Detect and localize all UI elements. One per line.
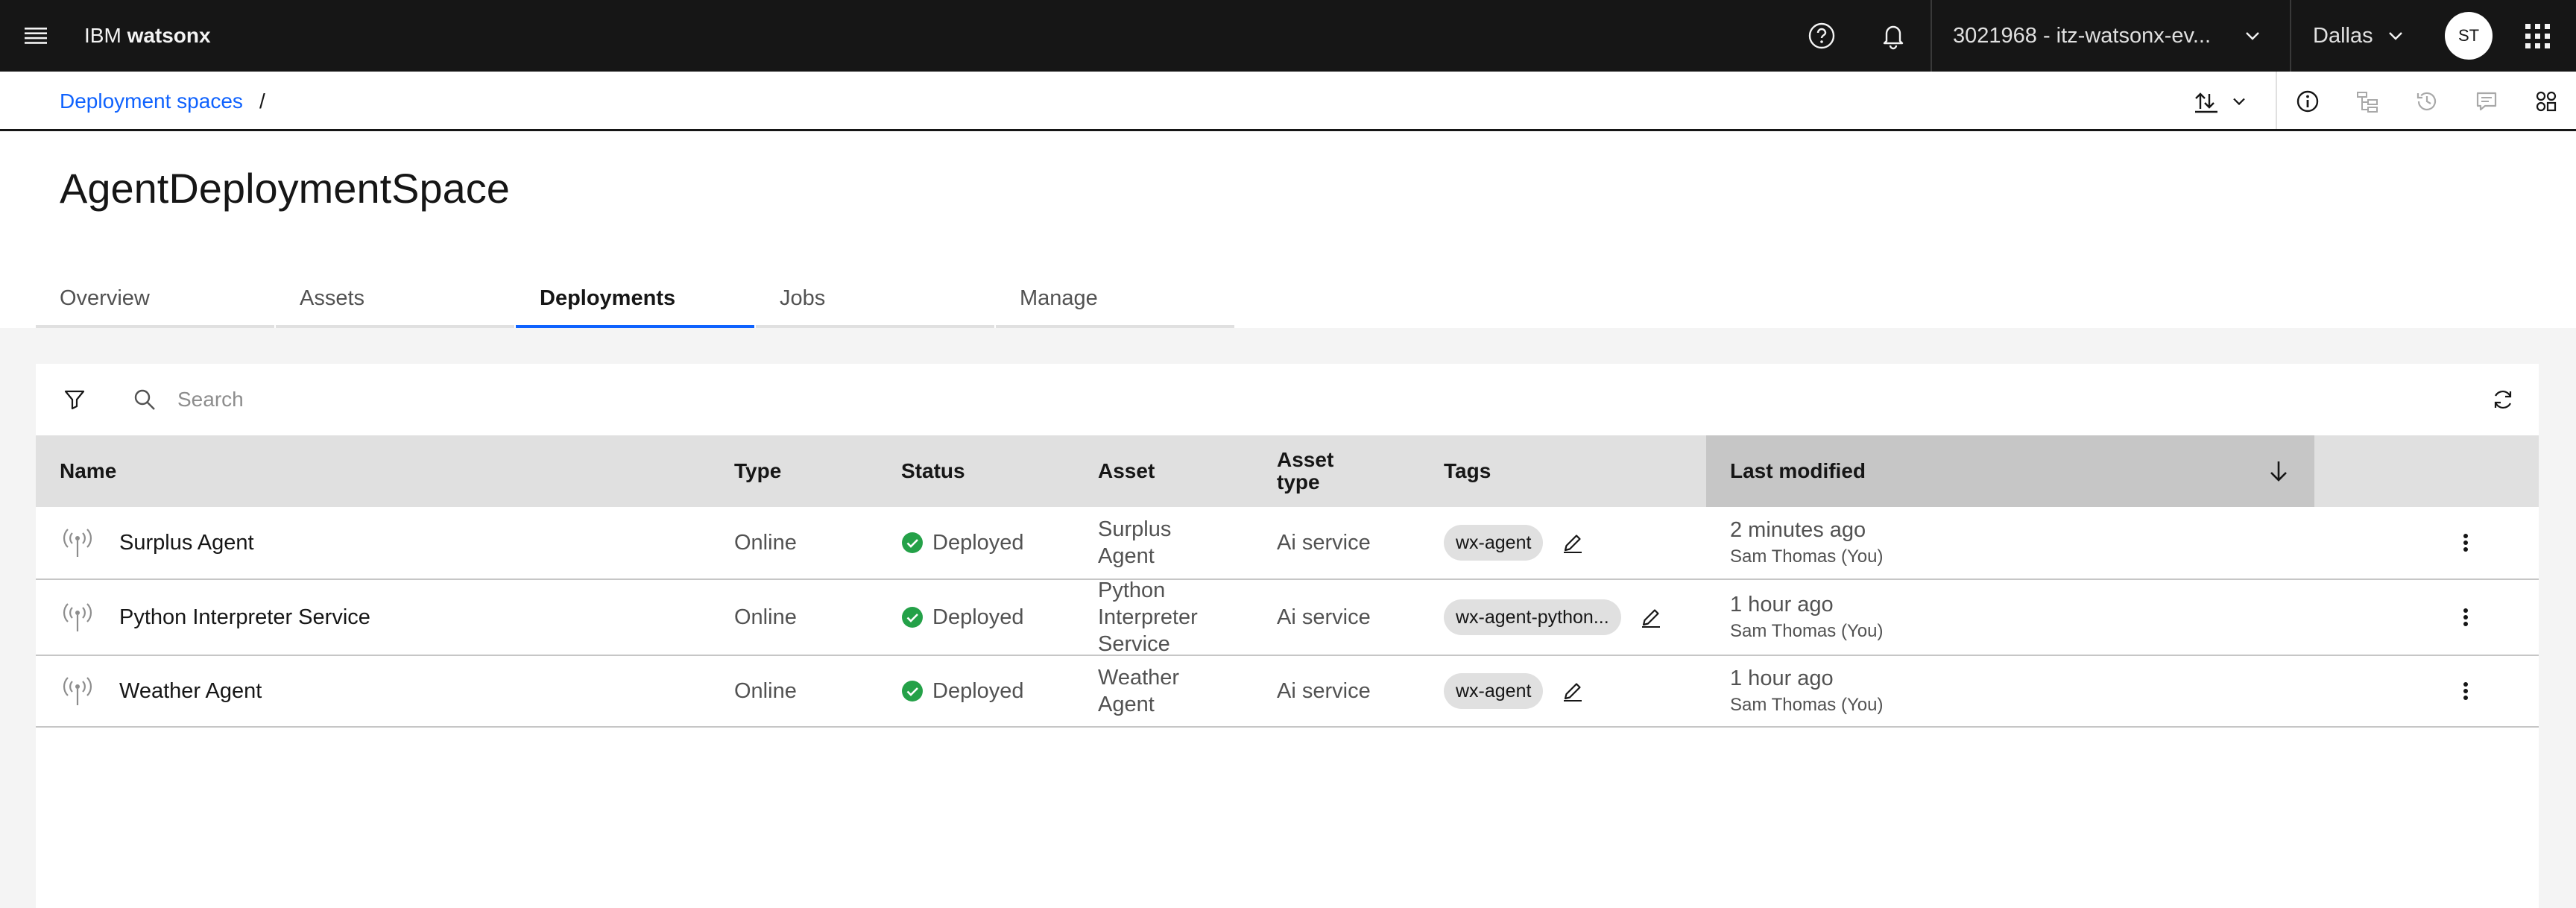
modified-by: Sam Thomas (You) [1730,695,1884,715]
checkmark-filled-icon [901,606,924,628]
edit-icon[interactable] [1635,601,1667,634]
status-badge: Deployed [901,507,1024,578]
account-switcher[interactable]: 3021968 - itz-watsonx-ev... [1953,0,2211,72]
product-name[interactable]: IBM watsonx [84,0,211,72]
modified-by: Sam Thomas (You) [1730,546,1884,567]
column-header-asset-type[interactable]: Asset type [1277,435,1359,507]
deployments-table-panel: Name Type Status Asset Asset type Tags L… [36,364,2539,908]
apps-icon[interactable] [2528,83,2564,119]
column-header-type[interactable]: Type [734,435,781,507]
tags-cell: wx-agent-python... [1444,580,1667,655]
breadcrumb-deployment-spaces[interactable]: Deployment spaces [60,72,243,131]
help-icon[interactable] [1804,18,1840,54]
deployment-name[interactable]: Weather Agent [119,656,262,726]
edit-icon[interactable] [1556,675,1589,707]
tag: wx-agent [1444,673,1544,709]
deployment-type: Online [734,605,797,629]
tags-cell: wx-agent [1444,656,1589,726]
tab-manage[interactable]: Manage [996,276,1234,328]
toolbar-divider [2276,72,2277,129]
avatar[interactable]: ST [2445,12,2493,60]
lineage-icon [2349,83,2385,119]
filter-icon[interactable] [57,382,92,417]
tag: wx-agent [1444,525,1544,561]
last-modified-cell: 1 hour ago Sam Thomas (You) [1730,656,1883,726]
checkmark-filled-icon [901,680,924,702]
chevron-down-icon[interactable] [2221,83,2257,119]
asset-name: Python Interpreter Service [1098,578,1198,656]
tab-jobs[interactable]: Jobs [756,276,994,328]
chevron-down-icon[interactable] [2241,24,2264,51]
notification-icon[interactable] [1875,18,1911,54]
table-row[interactable]: Surplus Agent Online Deployed Surplus Ag… [36,507,2539,580]
edit-icon[interactable] [1556,526,1589,559]
status-label: Deployed [932,678,1024,703]
breadcrumb-separator: / [259,89,265,113]
search-input[interactable] [177,377,2414,422]
column-header-asset[interactable]: Asset [1098,435,1155,507]
deployment-online-icon [60,599,95,635]
asset-type: Ai service [1277,678,1371,703]
breadcrumb: Deployment spaces / [0,72,2576,131]
arrow-down-icon[interactable] [2261,453,2296,489]
status-label: Deployed [932,605,1024,629]
tab-list: Overview Assets Deployments Jobs Manage [36,276,1236,328]
tab-assets[interactable]: Assets [276,276,514,328]
column-header-status[interactable]: Status [901,435,965,507]
column-header-tags[interactable]: Tags [1444,435,1491,507]
page-title: AgentDeploymentSpace [60,165,510,212]
deployment-type: Online [734,530,797,555]
asset-type: Ai service [1277,605,1371,629]
asset-type: Ai service [1277,530,1371,555]
column-header-name[interactable]: Name [60,435,116,507]
overflow-menu-icon[interactable] [2448,673,2484,709]
status-badge: Deployed [901,656,1024,726]
header-divider [1931,0,1932,72]
last-modified-cell: 1 hour ago Sam Thomas (You) [1730,580,1883,655]
overflow-menu-icon[interactable] [2448,599,2484,635]
table-row[interactable]: Python Interpreter Service Online Deploy… [36,578,2539,656]
modified-by: Sam Thomas (You) [1730,621,1884,641]
column-header-last-modified[interactable]: Last modified [1706,435,2314,507]
deployment-name[interactable]: Surplus Agent [119,507,254,578]
checkmark-filled-icon [901,532,924,554]
import-export-icon[interactable] [2188,83,2224,119]
table-row[interactable]: Weather Agent Online Deployed Weather Ag… [36,656,2539,728]
status-badge: Deployed [901,580,1024,655]
tag: wx-agent-python... [1444,599,1621,635]
menu-icon[interactable] [19,19,52,52]
modified-time: 1 hour ago [1730,666,1834,690]
tab-deployments[interactable]: Deployments [516,276,754,328]
deployment-online-icon [60,673,95,709]
refresh-icon[interactable] [2485,382,2521,417]
overflow-menu-icon[interactable] [2448,525,2484,561]
modified-time: 2 minutes ago [1730,518,1866,542]
history-icon [2409,83,2445,119]
brand-name: watsonx [127,24,211,47]
search-icon [127,382,162,417]
asset-name: Weather Agent [1098,666,1180,716]
deployment-name[interactable]: Python Interpreter Service [119,580,370,655]
brand-prefix: IBM [84,24,121,47]
table-toolbar [36,364,2539,435]
header-divider [2290,0,2291,72]
table-header: Name Type Status Asset Asset type Tags L… [36,435,2539,507]
column-header-last-modified-label: Last modified [1730,459,1866,482]
chevron-down-icon[interactable] [2384,24,2408,51]
comment-icon [2469,83,2504,119]
asset-name: Surplus Agent [1098,517,1172,568]
global-header: IBM watsonx 3021968 - itz-watsonx-ev... … [0,0,2576,72]
app-switcher-icon[interactable] [2519,18,2555,54]
region-switcher[interactable]: Dallas [2313,0,2373,72]
tags-cell: wx-agent [1444,507,1589,578]
modified-time: 1 hour ago [1730,593,1834,617]
status-label: Deployed [932,530,1024,555]
deployment-type: Online [734,678,797,703]
information-icon[interactable] [2290,83,2326,119]
tab-overview[interactable]: Overview [36,276,274,328]
last-modified-cell: 2 minutes ago Sam Thomas (You) [1730,507,1883,578]
deployment-online-icon [60,525,95,561]
